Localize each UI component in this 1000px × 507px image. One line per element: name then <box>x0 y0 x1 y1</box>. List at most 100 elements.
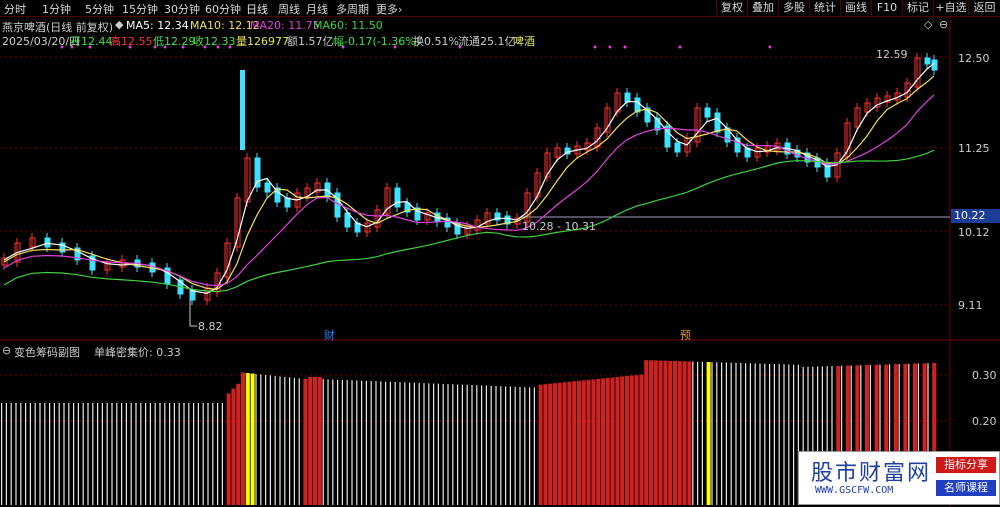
chip-bar <box>389 381 391 505</box>
chip-bar <box>591 379 596 505</box>
chip-bar <box>303 378 308 505</box>
ma60-line <box>3 149 935 293</box>
forecast-marker[interactable]: 预 <box>680 327 691 343</box>
signal-dot <box>608 45 612 49</box>
price-axis-tick: 12.50 <box>958 52 990 65</box>
chip-bar <box>313 377 317 505</box>
chip-bar <box>658 360 663 505</box>
chip-bar <box>735 362 737 505</box>
chip-bar <box>212 403 214 505</box>
chip-bar <box>764 363 766 505</box>
chip-bar <box>231 388 236 505</box>
chip-bar <box>125 403 127 505</box>
signal-dot <box>593 45 597 49</box>
chip-bar <box>188 403 190 505</box>
chip-bar <box>509 386 511 505</box>
chip-bar <box>308 377 313 505</box>
chip-bar <box>625 376 629 505</box>
chip-bar <box>476 385 478 505</box>
chip-bar <box>82 403 84 505</box>
chip-bar <box>332 379 334 505</box>
chip-bar <box>121 403 123 505</box>
chip-bar <box>274 375 276 505</box>
chip-bar <box>754 363 756 505</box>
chip-bar <box>610 377 615 505</box>
chip-bar <box>759 363 761 505</box>
chip-bar <box>10 403 12 505</box>
chip-bar <box>404 382 406 505</box>
indicator-axis-tick: 0.20 <box>972 415 997 428</box>
chip-bar <box>317 377 322 505</box>
chip-bar <box>346 380 348 505</box>
chip-bar <box>29 403 31 505</box>
chip-bar <box>269 375 271 505</box>
candle-body <box>284 197 291 208</box>
signal-dot <box>768 45 772 49</box>
chip-bar <box>255 374 257 505</box>
indicator-title[interactable]: 变色筹码副图 <box>14 344 80 360</box>
chip-bar <box>581 380 586 505</box>
chip-bar <box>106 403 108 505</box>
chip-bar <box>701 361 703 505</box>
chip-bar <box>519 386 521 505</box>
site-watermark: 股市财富网 WWW.GSCFW.COM 指标分享 名师课程 <box>798 451 1000 505</box>
chip-bar <box>322 379 324 505</box>
chip-bar <box>370 381 372 505</box>
chip-bar <box>20 403 22 505</box>
chip-bar <box>447 384 449 505</box>
indicator-axis-tick: 0.30 <box>972 369 997 382</box>
chip-bar <box>514 386 516 505</box>
chart-settings-icon[interactable]: ◇ <box>924 18 932 31</box>
chip-bar <box>92 403 94 505</box>
sector-label[interactable]: 啤酒 <box>513 33 535 49</box>
chip-bar <box>778 364 780 505</box>
ma60-label: MA60: 11.50 <box>313 19 383 32</box>
candle-body <box>674 142 681 153</box>
chip-bar <box>495 386 497 505</box>
chip-bar <box>385 381 387 505</box>
chip-bar <box>135 403 137 505</box>
chip-bar <box>145 403 147 505</box>
chip-bar <box>673 360 677 505</box>
chip-bar <box>193 403 195 505</box>
chip-bar <box>567 381 572 505</box>
turnover-label: 换0.51% <box>413 35 459 48</box>
chip-bar <box>615 376 620 505</box>
chip-bar <box>399 382 401 505</box>
high-price-marker: 12.59 <box>876 48 908 61</box>
chip-bar <box>548 383 553 505</box>
candle-body <box>824 162 831 178</box>
financial-report-marker[interactable]: 财 <box>324 327 335 343</box>
chip-bar <box>365 380 367 505</box>
candle-body <box>704 107 711 118</box>
watermark-url: WWW.GSCFW.COM <box>815 485 894 496</box>
chip-bar <box>442 383 444 505</box>
collapse-icon[interactable]: ⊖ <box>2 344 11 357</box>
chip-bar <box>226 393 231 505</box>
chip-bar <box>293 377 295 505</box>
candle-body <box>240 70 245 150</box>
chip-bar <box>533 387 535 505</box>
chip-bar <box>596 378 601 505</box>
chip-bar <box>437 383 439 505</box>
chip-bar <box>457 384 459 505</box>
chip-bar <box>58 403 60 505</box>
watermark-badge-share: 指标分享 <box>936 457 996 473</box>
low-price-marker: 8.82 <box>198 320 223 333</box>
ma5-label: MA5: 12.34 <box>126 19 189 32</box>
chip-bar <box>25 403 27 505</box>
chart-options-icon[interactable]: ⊖ <box>939 18 948 31</box>
candle-body <box>624 92 631 103</box>
chip-bar <box>644 360 649 505</box>
current-price-tag: 10.22 <box>951 209 1000 223</box>
chip-bar <box>629 375 634 505</box>
chip-bar <box>361 380 363 505</box>
diamond-icon[interactable]: ◆ <box>115 18 123 31</box>
moving-average-lines <box>3 62 935 294</box>
chip-bar <box>668 360 673 505</box>
chip-bar <box>197 403 199 505</box>
chip-bar <box>529 387 531 505</box>
amount-label: 额1.57亿 <box>287 35 334 48</box>
chip-bar <box>375 381 377 505</box>
chip-bar <box>149 403 151 505</box>
